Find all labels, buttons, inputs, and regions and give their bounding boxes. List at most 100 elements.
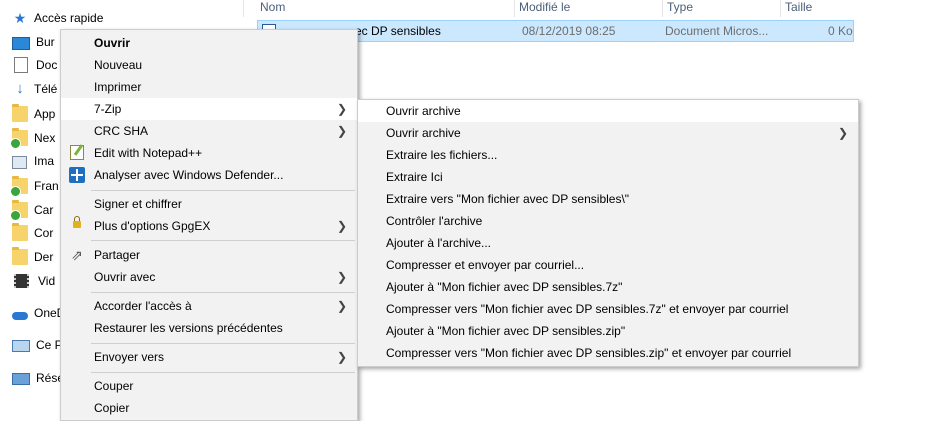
nav-item-nex[interactable]: Nex	[10, 127, 56, 149]
chevron-right-icon: ❯	[336, 102, 347, 116]
menu-item-open[interactable]: Ouvrir	[61, 32, 357, 54]
nav-item-downloads[interactable]: ↓ Télé	[12, 78, 57, 100]
menu-label: Ouvrir archive	[386, 104, 461, 118]
computer-icon	[12, 340, 30, 352]
menu-label: Extraire vers "Mon fichier avec DP sensi…	[386, 192, 630, 206]
submenu-item-test-archive[interactable]: Contrôler l'archive	[358, 210, 858, 232]
menu-item-7zip[interactable]: 7-Zip ❯	[61, 98, 357, 120]
menu-label: Ouvrir archive	[386, 126, 461, 140]
submenu-item-open-archive[interactable]: Ouvrir archive	[358, 100, 858, 122]
menu-label: Imprimer	[94, 80, 142, 94]
menu-item-new[interactable]: Nouveau	[61, 54, 357, 76]
submenu-7zip: Ouvrir archive Ouvrir archive ❯ Extraire…	[357, 99, 859, 367]
nav-label: Car	[34, 203, 54, 217]
nav-item-car[interactable]: Car	[10, 199, 54, 221]
submenu-item-compress-7z-email[interactable]: Compresser vers "Mon fichier avec DP sen…	[358, 298, 858, 320]
nav-label: Ce P	[36, 338, 63, 352]
windows-defender-icon	[69, 167, 85, 183]
column-header-type[interactable]: Type	[662, 0, 775, 17]
menu-label: Ouvrir	[94, 36, 131, 50]
chevron-right-icon: ❯	[837, 126, 848, 140]
nav-item-documents[interactable]: Doc	[12, 54, 57, 76]
menu-label: Restaurer les versions précédentes	[94, 321, 283, 335]
star-icon: ★	[13, 10, 27, 26]
submenu-item-extract-files[interactable]: Extraire les fichiers...	[358, 144, 858, 166]
chevron-right-icon: ❯	[336, 299, 347, 313]
nav-label: Vid	[38, 274, 56, 288]
menu-label: Signer et chiffrer	[94, 197, 182, 211]
menu-item-copy[interactable]: Copier	[61, 397, 357, 419]
nav-label: Accès rapide	[34, 11, 104, 25]
nav-label: Der	[34, 250, 54, 264]
nav-quick-access[interactable]: ★ Accès rapide	[12, 7, 104, 29]
submenu-item-compress-zip-email[interactable]: Compresser vers "Mon fichier avec DP sen…	[358, 342, 858, 364]
context-menu: Ouvrir Nouveau Imprimer 7-Zip ❯ CRC SHA …	[60, 29, 358, 421]
chevron-right-icon: ❯	[336, 124, 347, 138]
pictures-icon	[12, 155, 27, 169]
menu-separator	[91, 292, 355, 293]
file-modified: 08/12/2019 08:25	[522, 24, 616, 38]
menu-item-send-to[interactable]: Envoyer vers ❯	[61, 346, 357, 368]
nav-item-fran[interactable]: Fran	[10, 175, 59, 197]
menu-label: 7-Zip	[94, 102, 122, 116]
menu-item-print[interactable]: Imprimer	[61, 76, 357, 98]
nav-item-this-pc[interactable]: Ce P	[12, 334, 63, 356]
share-icon: ⇗	[71, 247, 83, 263]
folder-icon	[12, 223, 28, 241]
submenu-item-extract-here[interactable]: Extraire Ici	[358, 166, 858, 188]
folder-synced-icon	[10, 176, 28, 197]
nav-label: App	[34, 107, 56, 121]
download-icon: ↓	[16, 80, 24, 97]
submenu-item-extract-to[interactable]: Extraire vers "Mon fichier avec DP sensi…	[358, 188, 858, 210]
menu-item-share[interactable]: ⇗ Partager	[61, 244, 357, 266]
submenu-item-add-to-7z[interactable]: Ajouter à "Mon fichier avec DP sensibles…	[358, 276, 858, 298]
menu-label: Ajouter à "Mon fichier avec DP sensibles…	[386, 280, 623, 294]
menu-item-cut[interactable]: Couper	[61, 375, 357, 397]
menu-item-notepadpp[interactable]: Edit with Notepad++	[61, 142, 357, 164]
menu-item-open-with[interactable]: Ouvrir avec ❯	[61, 266, 357, 288]
submenu-item-open-archive-as[interactable]: Ouvrir archive ❯	[358, 122, 858, 144]
menu-label: Contrôler l'archive	[386, 214, 483, 228]
nav-item-images[interactable]: Ima	[12, 150, 54, 172]
document-icon	[14, 57, 28, 73]
nav-label: Bur	[36, 35, 55, 49]
folder-synced-icon	[10, 128, 28, 149]
column-header-size[interactable]: Taille	[780, 0, 855, 17]
notepadpp-icon	[70, 144, 84, 160]
menu-item-sign-encrypt[interactable]: Signer et chiffrer	[61, 193, 357, 215]
file-name: ec DP sensibles	[355, 24, 441, 38]
folder-icon	[12, 247, 28, 265]
network-icon	[12, 373, 30, 385]
chevron-right-icon: ❯	[336, 350, 347, 364]
file-size: 0 Ko	[828, 24, 853, 38]
nav-item-der[interactable]: Der	[12, 246, 53, 268]
menu-label: Envoyer vers	[94, 350, 165, 364]
nav-item-desktop[interactable]: Bur	[12, 31, 55, 53]
nav-label: Télé	[34, 82, 58, 96]
menu-item-windows-defender[interactable]: Analyser avec Windows Defender...	[61, 164, 357, 186]
nav-item-onedrive[interactable]: OneD	[12, 302, 65, 324]
menu-item-grant-access[interactable]: Accorder l'accès à ❯	[61, 295, 357, 317]
menu-label: Ajouter à l'archive...	[386, 236, 492, 250]
submenu-item-add-to-archive[interactable]: Ajouter à l'archive...	[358, 232, 858, 254]
menu-label: Copier	[94, 401, 130, 415]
menu-item-gpgex[interactable]: Plus d'options GpgEX ❯	[61, 215, 357, 237]
nav-label: Cor	[34, 226, 54, 240]
column-header-modified[interactable]: Modifié le	[514, 0, 657, 17]
menu-label: Plus d'options GpgEX	[94, 219, 211, 233]
nav-item-videos[interactable]: Vid	[12, 270, 55, 292]
menu-item-restore-versions[interactable]: Restaurer les versions précédentes	[61, 317, 357, 339]
submenu-item-add-to-zip[interactable]: Ajouter à "Mon fichier avec DP sensibles…	[358, 320, 858, 342]
menu-label: Compresser vers "Mon fichier avec DP sen…	[386, 302, 789, 316]
menu-label: Couper	[94, 379, 134, 393]
menu-label: Compresser et envoyer par courriel...	[386, 258, 585, 272]
nav-item-apps[interactable]: App	[12, 103, 55, 125]
file-type: Document Micros...	[665, 24, 769, 38]
menu-label: Ouvrir avec	[94, 270, 156, 284]
column-header-name[interactable]: Nom	[243, 0, 524, 17]
nav-label: Nex	[34, 131, 56, 145]
nav-item-cor[interactable]: Cor	[12, 222, 53, 244]
submenu-item-compress-email[interactable]: Compresser et envoyer par courriel...	[358, 254, 858, 276]
menu-label: Ajouter à "Mon fichier avec DP sensibles…	[386, 324, 626, 338]
menu-item-crc-sha[interactable]: CRC SHA ❯	[61, 120, 357, 142]
